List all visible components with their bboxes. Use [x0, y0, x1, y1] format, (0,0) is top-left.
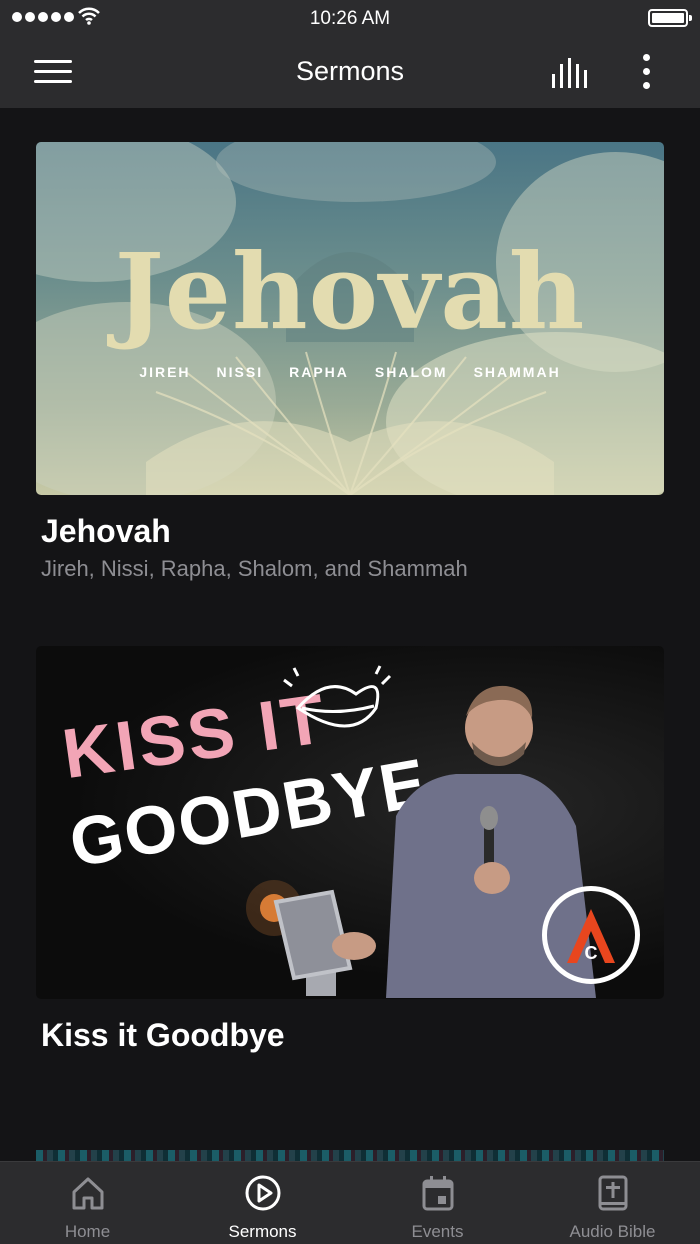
artwork-name: RAPHA [289, 364, 349, 380]
artwork-name: NISSI [216, 364, 264, 380]
artwork-name: SHAMMAH [473, 364, 561, 380]
artwork-name: SHALOM [374, 364, 448, 380]
tab-label: Sermons [228, 1222, 297, 1241]
audio-bars-icon[interactable] [548, 54, 596, 90]
status-bar: 10:26 AM [0, 0, 700, 36]
sermon-title: Jehovah [41, 513, 171, 549]
tab-label: Events [411, 1222, 464, 1241]
logo-letter: C [584, 943, 598, 963]
tab-bar: Home Sermons Events Audio Bible [0, 1161, 700, 1244]
hamburger-menu-icon[interactable] [34, 58, 72, 86]
artwork-name: JIREH [139, 364, 191, 380]
logo-mark-icon [567, 909, 615, 963]
sermon-title: Kiss it Goodbye [41, 1017, 285, 1053]
tab-events[interactable]: Events [350, 1162, 525, 1244]
sermon-subtitle: Jireh, Nissi, Rapha, Shalom, and Shammah [41, 556, 468, 581]
artwork-headline: Jehovah [114, 230, 586, 353]
tab-audio-bible[interactable]: Audio Bible [525, 1162, 700, 1244]
lips-icon [283, 665, 392, 728]
tab-sermons[interactable]: Sermons [175, 1162, 350, 1244]
sermon-artwork-kiss-it-goodbye: KISS IT GOODBYE C [36, 646, 664, 999]
sermon-card-kiss-it-goodbye[interactable]: KISS IT GOODBYE C Kiss it Goodbye [36, 646, 664, 1054]
home-icon [72, 1177, 104, 1210]
more-vertical-icon[interactable] [630, 52, 664, 92]
church-logo-badge: C [542, 886, 640, 984]
artwork-names: JIREH NISSI RAPHA SHALOM SHAMMAH [36, 364, 664, 380]
calendar-icon [422, 1176, 454, 1211]
status-time: 10:26 AM [309, 8, 391, 29]
play-circle-icon [245, 1175, 281, 1211]
tab-label: Home [64, 1222, 111, 1241]
battery-icon [648, 9, 692, 27]
tab-label: Audio Bible [569, 1222, 656, 1241]
nav-bar: Sermons [0, 36, 700, 108]
sermon-card-jehovah[interactable]: Jehovah JIREH NISSI RAPHA SHALOM SHAMMAH… [36, 142, 664, 582]
tab-home[interactable]: Home [0, 1162, 175, 1244]
bible-icon [598, 1175, 628, 1211]
sermon-artwork-jehovah: Jehovah JIREH NISSI RAPHA SHALOM SHAMMAH [36, 142, 664, 495]
